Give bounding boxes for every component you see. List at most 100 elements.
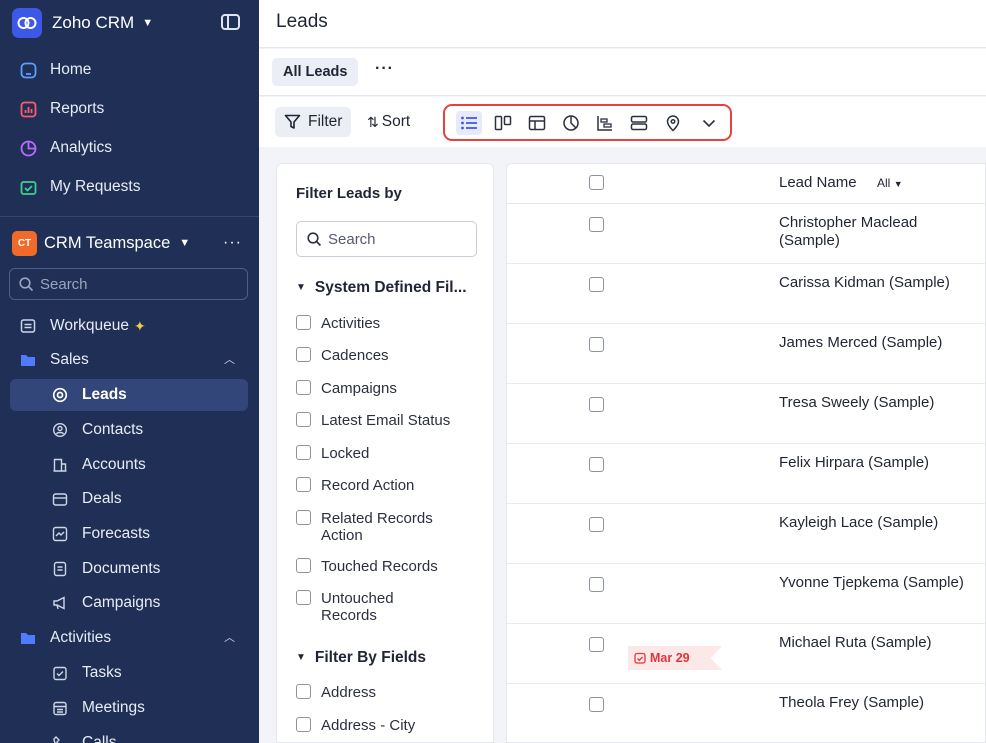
row-checkbox[interactable] [589, 457, 604, 472]
filter-option[interactable]: Touched Records [296, 558, 438, 575]
map-view-icon[interactable] [660, 111, 686, 135]
split-view-icon[interactable] [626, 111, 652, 135]
table-row[interactable]: James Merced (Sample) [507, 324, 985, 384]
checkbox[interactable] [296, 347, 311, 362]
checkbox[interactable] [296, 412, 311, 427]
checkbox[interactable] [296, 477, 311, 492]
table-row[interactable]: Mar 29 Michael Ruta (Sample) [507, 624, 985, 684]
sidebar-item-forecasts[interactable]: Forecasts [10, 518, 248, 550]
filter-option[interactable]: Address [296, 684, 376, 701]
lead-name-link[interactable]: Felix Hirpara (Sample) [779, 454, 979, 472]
filter-search-input[interactable]: Search [296, 221, 477, 257]
list-view-icon[interactable] [456, 111, 482, 135]
filter-button[interactable]: Filter [275, 107, 352, 137]
sidebar-item-contacts[interactable]: Contacts [10, 414, 248, 446]
filter-option[interactable]: Record Action [296, 477, 414, 494]
row-checkbox[interactable] [589, 637, 604, 652]
sidebar-search-input[interactable]: Search [9, 268, 248, 300]
sidebar-item-home[interactable]: Home [10, 54, 248, 86]
row-checkbox[interactable] [589, 277, 604, 292]
select-all-checkbox[interactable] [589, 175, 604, 190]
view-more-button[interactable]: ··· [375, 60, 394, 78]
filter-option[interactable]: Campaigns [296, 380, 397, 397]
due-date-tag[interactable]: Mar 29 [628, 646, 722, 670]
sidebar-item-campaigns[interactable]: Campaigns [10, 587, 248, 619]
teamspace-more-icon[interactable]: ··· [223, 234, 242, 252]
chevron-down-icon[interactable] [696, 111, 722, 135]
system-defined-filters-toggle[interactable]: ▼ System Defined Fil... [296, 279, 467, 297]
table-row[interactable]: Theola Frey (Sample) [507, 684, 985, 742]
lead-name-link[interactable]: Theola Frey (Sample) [779, 694, 979, 712]
teamspace-badge: CT [12, 230, 37, 256]
row-checkbox[interactable] [589, 517, 604, 532]
filter-option[interactable]: Locked [296, 445, 369, 462]
filter-option-label: Campaigns [321, 380, 397, 397]
table-row[interactable]: Christopher Maclead (Sample) [507, 204, 985, 264]
table-view-icon[interactable] [524, 111, 550, 135]
app-switcher[interactable]: Zoho CRM ▼ [12, 8, 153, 38]
checkbox[interactable] [296, 684, 311, 699]
sidebar-group-activities[interactable]: Activities ︿ [10, 622, 248, 654]
lead-name-link[interactable]: James Merced (Sample) [779, 334, 979, 352]
checkbox[interactable] [296, 380, 311, 395]
filter-search-placeholder: Search [328, 230, 376, 248]
column-filter-dropdown[interactable]: All ▼ [877, 176, 903, 190]
sidebar-item-analytics[interactable]: Analytics [10, 132, 248, 164]
leads-table: Lead Name All ▼ Christopher Maclead (Sam… [506, 163, 986, 743]
chevron-up-icon[interactable]: ︿ [224, 629, 235, 645]
sidebar-item-deals[interactable]: Deals [10, 483, 248, 515]
sidebar-item-my-requests[interactable]: My Requests [10, 171, 248, 203]
checkbox[interactable] [296, 315, 311, 330]
deals-icon [51, 490, 69, 508]
filter-option[interactable]: Latest Email Status [296, 412, 450, 429]
tab-all-leads[interactable]: All Leads [272, 58, 359, 86]
row-checkbox[interactable] [589, 577, 604, 592]
table-row[interactable]: Kayleigh Lace (Sample) [507, 504, 985, 564]
filter-option[interactable]: Untouched Records [296, 590, 416, 624]
table-row[interactable]: Felix Hirpara (Sample) [507, 444, 985, 504]
filter-by-fields-toggle[interactable]: ▼ Filter By Fields [296, 649, 426, 667]
lead-name-link[interactable]: Carissa Kidman (Sample) [779, 274, 979, 292]
lead-name-link[interactable]: Michael Ruta (Sample) [779, 634, 979, 652]
sort-button[interactable]: ⇅ Sort [367, 107, 410, 137]
sidebar-item-workqueue[interactable]: Workqueue ✦ [10, 310, 248, 342]
table-row[interactable]: Tresa Sweely (Sample) [507, 384, 985, 444]
filter-option[interactable]: Address - City [296, 717, 415, 734]
sidebar-group-sales[interactable]: Sales ︿ [10, 344, 248, 376]
sidebar-item-calls[interactable]: Calls [10, 727, 248, 743]
table-row[interactable]: Carissa Kidman (Sample) [507, 264, 985, 324]
sidebar-item-accounts[interactable]: Accounts [10, 449, 248, 481]
timeline-view-icon[interactable] [592, 111, 618, 135]
column-header-lead-name[interactable]: Lead Name [779, 174, 857, 191]
row-checkbox[interactable] [589, 697, 604, 712]
sidebar-toggle-icon[interactable] [221, 14, 240, 30]
lead-name-link[interactable]: Kayleigh Lace (Sample) [779, 514, 979, 532]
sidebar-item-label: Contacts [82, 421, 144, 438]
lead-name-link[interactable]: Christopher Maclead (Sample) [779, 214, 979, 250]
sidebar-item-meetings[interactable]: Meetings [10, 692, 248, 724]
row-checkbox[interactable] [589, 397, 604, 412]
sidebar-item-tasks[interactable]: Tasks [10, 657, 248, 689]
checkbox[interactable] [296, 445, 311, 460]
sidebar-item-leads[interactable]: Leads [10, 379, 248, 411]
row-checkbox[interactable] [589, 337, 604, 352]
checkbox[interactable] [296, 510, 311, 525]
chart-view-icon[interactable] [558, 111, 584, 135]
sidebar-item-documents[interactable]: Documents [10, 553, 248, 585]
table-row[interactable]: Yvonne Tjepkema (Sample) [507, 564, 985, 624]
checkbox[interactable] [296, 558, 311, 573]
filter-option[interactable]: Activities [296, 315, 380, 332]
checkbox[interactable] [296, 590, 311, 605]
lead-name-link[interactable]: Tresa Sweely (Sample) [779, 394, 979, 412]
sidebar-item-label: Campaigns [82, 594, 161, 611]
row-checkbox[interactable] [589, 217, 604, 232]
filter-option[interactable]: Cadences [296, 347, 389, 364]
lead-name-link[interactable]: Yvonne Tjepkema (Sample) [779, 574, 979, 592]
checkbox[interactable] [296, 717, 311, 732]
sidebar-item-reports[interactable]: Reports [10, 93, 248, 125]
teamspace-switcher[interactable]: CT CRM Teamspace ▼ [12, 230, 190, 256]
filter-option[interactable]: Related Records Action [296, 510, 466, 544]
filter-option-label: Related Records Action [321, 510, 433, 544]
chevron-up-icon[interactable]: ︿ [224, 351, 235, 367]
kanban-view-icon[interactable] [490, 111, 516, 135]
